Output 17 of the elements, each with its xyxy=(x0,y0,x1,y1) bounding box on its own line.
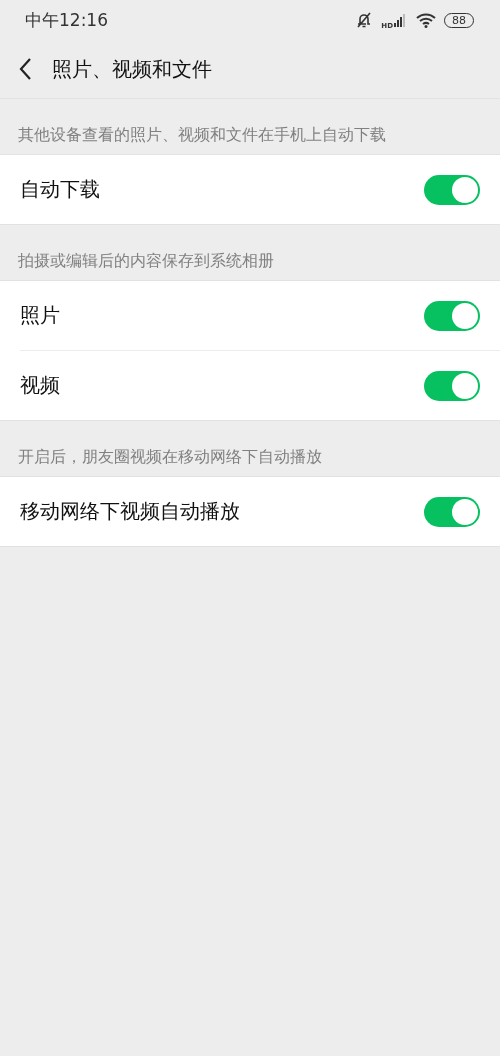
section-caption: 其他设备查看的照片、视频和文件在手机上自动下载 xyxy=(17,124,387,146)
toggle-switch[interactable] xyxy=(424,300,480,331)
wifi-icon xyxy=(416,12,436,28)
section-caption: 拍摄或编辑后的内容保存到系统相册 xyxy=(17,250,275,272)
page-title: 照片、视频和文件 xyxy=(52,55,212,83)
signal-icon xyxy=(392,12,408,28)
setting-label: 视频 xyxy=(20,372,60,399)
setting-label: 移动网络下视频自动播放 xyxy=(20,498,240,525)
back-icon[interactable] xyxy=(18,57,32,81)
muted-bell-icon xyxy=(355,11,374,29)
setting-label: 照片 xyxy=(20,302,60,329)
toggle-switch[interactable] xyxy=(424,496,480,527)
toggle-switch[interactable] xyxy=(424,370,480,401)
toggle-switch[interactable] xyxy=(424,174,480,205)
setting-label: 自动下载 xyxy=(20,176,100,203)
section-caption: 开启后，朋友圈视频在移动网络下自动播放 xyxy=(17,446,323,468)
status-time: 中午12:16 xyxy=(25,8,108,32)
